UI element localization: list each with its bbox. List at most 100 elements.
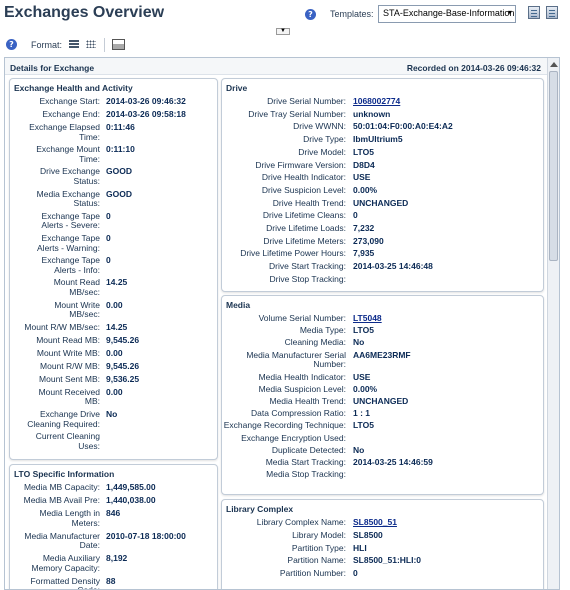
details-title: Details for Exchange	[10, 63, 95, 73]
template-select-value: STA-Exchange-Base-Information	[383, 8, 515, 18]
field-value: No	[353, 444, 365, 455]
field-label: Partition Name:	[222, 556, 346, 566]
field-label-line: Drive Lifetime Cleans:	[262, 210, 346, 221]
field-label-line: Library Complex Name:	[256, 517, 346, 527]
field-row: Mount Read MB: 9,545.26	[10, 335, 217, 349]
export-template-icon[interactable]	[546, 6, 558, 19]
field-label-line: Cleaning Media:	[284, 337, 346, 348]
field-label-line: Status:	[73, 175, 100, 186]
field-label: Mount R/W MB:	[10, 360, 100, 372]
grid-format-icon[interactable]	[86, 40, 96, 48]
field-value-link[interactable]: LT5048	[353, 313, 382, 324]
field-value-link[interactable]: 1068002774	[353, 96, 400, 107]
field-label-line: Library Model:	[292, 529, 346, 540]
field-label-line: Time:	[79, 131, 100, 142]
field-label: Media Auxiliary Memory Capacity:	[10, 553, 101, 573]
field-label-line: Alerts - Severe:	[41, 220, 100, 231]
field-label: Drive Exchange Status:	[10, 167, 100, 186]
field-row: Current Cleaning Uses:	[10, 432, 217, 454]
field-label: Exchange Encryption Used:	[222, 433, 346, 444]
field-value: 0.00	[106, 386, 123, 397]
field-label: Drive Health Trend:	[222, 197, 346, 209]
field-value: 0	[106, 255, 111, 266]
field-label: Current Cleaning Uses:	[10, 432, 100, 451]
field-row: Drive Model: LTO5	[222, 146, 543, 161]
field-label-line: Exchange End:	[42, 109, 100, 119]
field-label-line: Time:	[79, 153, 100, 164]
field-label: Exchange Elapsed Time:	[10, 122, 100, 142]
field-row: Exchange Tape Alerts - Severe: 0	[10, 211, 217, 234]
field-label-line: Memory Capacity:	[31, 562, 101, 573]
panel-title: Drive	[226, 83, 248, 93]
field-label-line: Drive Stop Tracking:	[269, 273, 346, 284]
field-row: Cleaning Media: No	[222, 338, 543, 350]
field-label: Partition Type:	[222, 543, 346, 554]
field-label: Drive WWNN:	[222, 122, 346, 132]
field-label: Drive Tray Serial Number:	[222, 108, 346, 120]
lto-specific-panel: LTO Specific Information Media MB Capaci…	[9, 464, 218, 590]
field-value: UNCHANGED	[353, 396, 409, 406]
page-header: Exchanges Overview ? Templates: STA-Exch…	[0, 0, 570, 30]
field-label-line: Media Start Tracking:	[265, 457, 346, 467]
field-label: Media Stop Tracking:	[222, 470, 346, 480]
scroll-thumb[interactable]	[549, 71, 558, 261]
field-value: 14.25	[106, 277, 128, 288]
field-value: 0:11:46	[106, 122, 135, 132]
field-value: 9,545.26	[106, 360, 140, 371]
field-value: No	[106, 409, 118, 419]
print-icon[interactable]	[112, 39, 125, 50]
field-value: 273,090	[353, 235, 384, 246]
field-label: Partition Number:	[222, 569, 346, 579]
field-label-line: Drive Health Trend:	[272, 197, 346, 208]
field-label: Exchange Tape Alerts - Info:	[10, 256, 100, 275]
templates-label: Templates:	[330, 9, 374, 19]
field-label-line: Drive Tray Serial Number:	[248, 108, 346, 119]
field-value: D8D4	[353, 159, 375, 170]
field-label-line: Drive Model:	[298, 146, 346, 157]
field-label-line: Drive Serial Number:	[267, 96, 346, 106]
field-row: Media Exchange Status: GOOD	[10, 189, 217, 212]
field-label: Drive Stop Tracking:	[222, 273, 346, 285]
field-label: Exchange Tape Alerts - Severe:	[10, 211, 100, 231]
field-row: Mount Write MB/sec: 0.00	[10, 299, 217, 323]
field-value: USE	[353, 371, 371, 382]
field-value: 0.00%	[353, 184, 378, 195]
edit-template-icon[interactable]	[528, 6, 540, 19]
field-value-link[interactable]: SL8500_51	[353, 517, 397, 528]
field-row: Mount R/W MB/sec: 14.25	[10, 322, 217, 336]
field-label: Cleaning Media:	[222, 338, 346, 348]
field-value: 0	[106, 233, 111, 243]
field-row: Drive Stop Tracking:	[222, 273, 543, 288]
details-frame: Details for Exchange Recorded on 2014-03…	[4, 57, 560, 590]
field-row: Media Manufacturer Date: 2010-07-18 18:00:…	[10, 531, 217, 555]
field-label-line: Mount R/W MB:	[40, 360, 100, 371]
collapse-handle-icon[interactable]: ▼	[276, 28, 290, 35]
field-value: 0.00	[106, 299, 123, 310]
template-select[interactable]: STA-Exchange-Base-Information ▾	[378, 5, 516, 23]
panel-splitter[interactable]: ▼	[0, 28, 570, 36]
scroll-up-icon[interactable]	[550, 62, 558, 67]
field-value: 0:11:10	[106, 144, 135, 155]
field-label-line: Drive Lifetime Power Hours:	[240, 248, 346, 259]
field-value: LTO5	[353, 146, 374, 157]
field-label: Formatted Density Code:	[10, 576, 100, 590]
list-format-icon[interactable]	[69, 40, 79, 48]
field-row: Mount Received MB: 0.00	[10, 386, 217, 410]
field-row: Library Complex Name: SL8500_51	[222, 517, 543, 531]
vertical-scrollbar[interactable]	[547, 58, 559, 589]
field-label: Media Manufacturer Date:	[10, 531, 100, 551]
toolbar-help-icon[interactable]: ?	[6, 39, 17, 50]
field-row: Media Manufacturer Serial Number: AA6ME23R…	[222, 350, 543, 373]
field-value: GOOD	[106, 166, 132, 177]
field-label: Drive Health Indicator:	[222, 173, 346, 183]
field-label: Media Health Indicator:	[222, 372, 346, 383]
help-icon[interactable]: ?	[305, 9, 316, 20]
field-label: Data Compression Ratio:	[222, 409, 346, 419]
field-label: Media Type:	[222, 326, 346, 336]
panel-title: Media	[226, 300, 251, 310]
field-value: 2014-03-26 09:58:18	[106, 109, 186, 119]
field-label-line: Code:	[77, 585, 100, 590]
field-value: UNCHANGED	[353, 197, 409, 208]
field-label: Drive Firmware Version:	[222, 160, 346, 171]
field-row: Drive Suspicion Level: 0.00%	[222, 184, 543, 199]
